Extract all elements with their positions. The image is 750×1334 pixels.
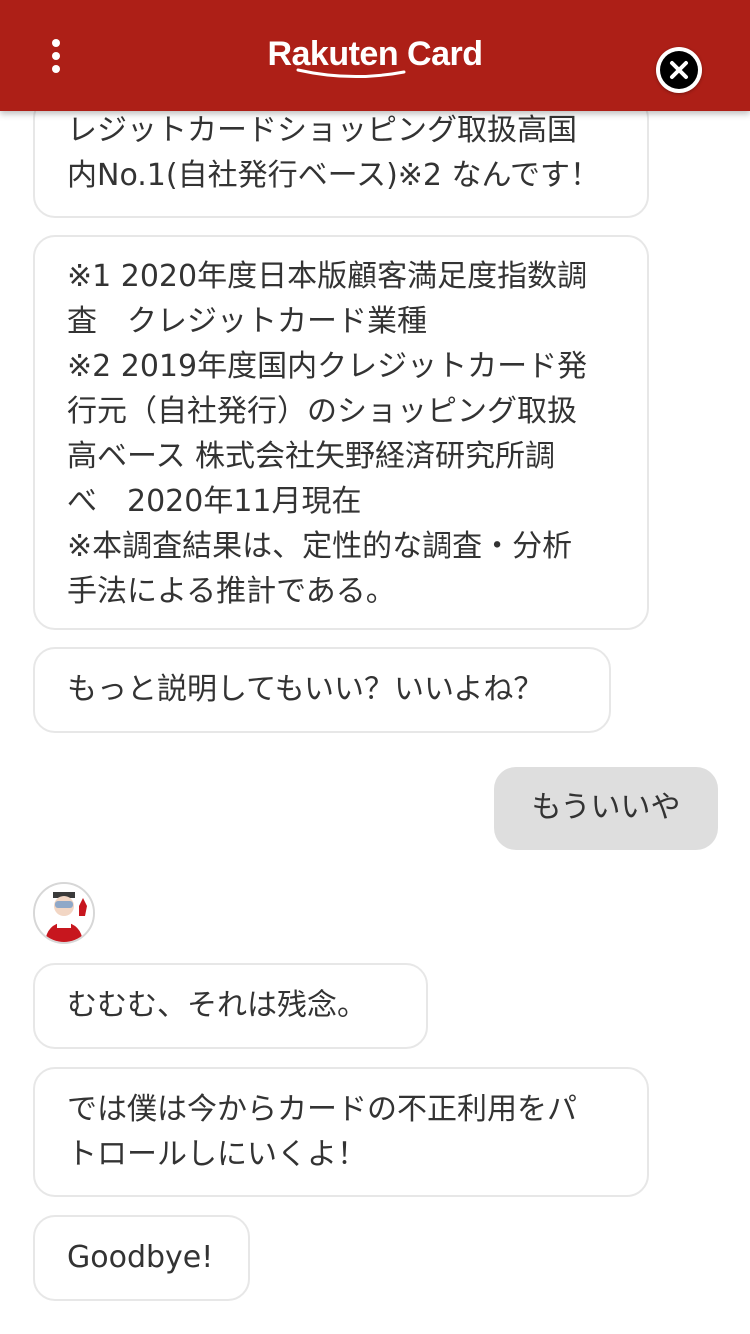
bot-message: ※1 2020年度日本版顧客満足度指数調 査 クレジットカード業種 ※2 201… <box>33 235 649 630</box>
app-header: Rakuten Card <box>0 0 750 111</box>
brand-name: Rakuten Card <box>267 35 483 73</box>
chat-area: レジットカードショッピング取扱高国 内No.1(自社発行ベース)※2 なんです！… <box>0 0 750 1334</box>
close-icon <box>660 51 698 89</box>
bot-message: レジットカードショッピング取扱高国 内No.1(自社発行ベース)※2 なんです！ <box>33 96 649 218</box>
bot-message: もっと説明してもいい？いいよね？ <box>33 647 611 733</box>
brand-logo: Rakuten Card <box>0 0 750 111</box>
bot-message: では僕は今からカードの不正利用をパ トロールしにいくよ！ <box>33 1067 649 1197</box>
bot-avatar-icon <box>33 882 95 944</box>
user-message: もういいや <box>494 767 718 850</box>
bot-message: むむむ、それは残念。 <box>33 963 428 1049</box>
brand-swoosh-icon <box>296 68 406 79</box>
close-button[interactable] <box>656 47 702 93</box>
bot-message: Goodbye! <box>33 1215 250 1301</box>
more-vertical-icon[interactable] <box>36 30 76 82</box>
